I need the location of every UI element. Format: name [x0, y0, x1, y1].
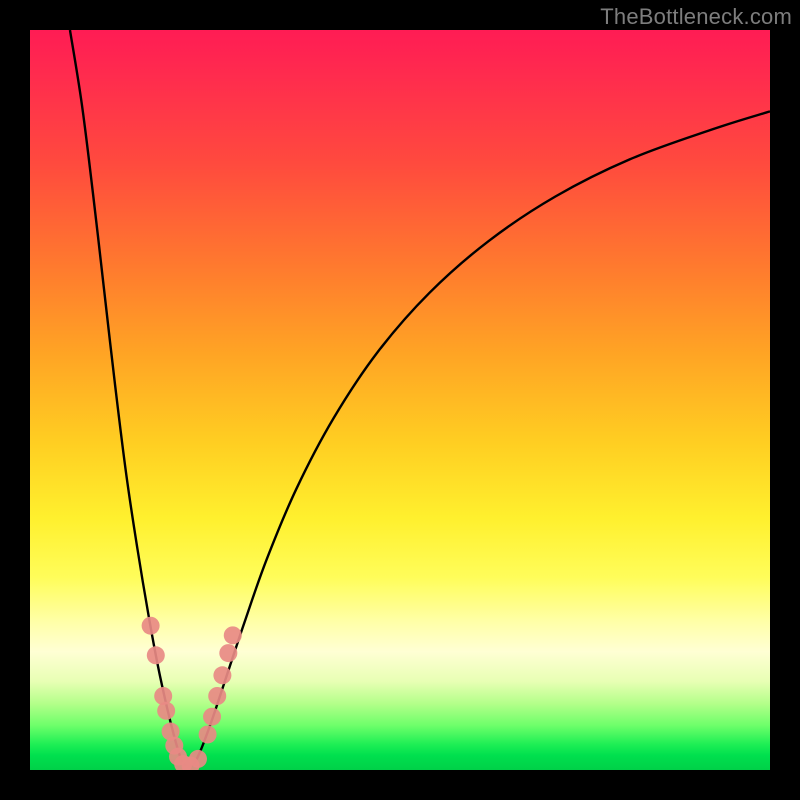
chart-svg — [30, 30, 770, 770]
right-branch-path — [193, 111, 770, 766]
marker-point-9 — [189, 750, 207, 768]
marker-point-1 — [147, 646, 165, 664]
marker-point-0 — [142, 617, 160, 635]
marker-point-13 — [213, 666, 231, 684]
marker-point-15 — [224, 626, 242, 644]
plot-area — [30, 30, 770, 770]
marker-point-12 — [208, 687, 226, 705]
marker-point-14 — [219, 644, 237, 662]
marker-point-3 — [157, 702, 175, 720]
left-branch-path — [70, 30, 185, 766]
chart-stage: TheBottleneck.com — [0, 0, 800, 800]
series-left-branch — [70, 30, 185, 766]
marker-group — [142, 617, 242, 770]
series-right-branch — [193, 111, 770, 766]
marker-point-2 — [154, 687, 172, 705]
marker-point-11 — [203, 708, 221, 726]
watermark-label: TheBottleneck.com — [600, 4, 792, 30]
marker-point-10 — [199, 725, 217, 743]
